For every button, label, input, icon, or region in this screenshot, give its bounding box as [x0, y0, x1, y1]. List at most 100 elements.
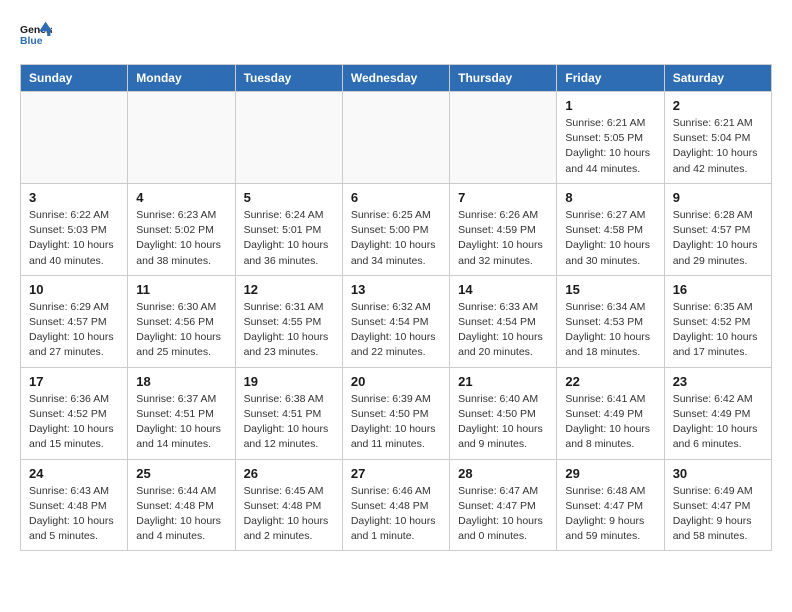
- day-info: Sunrise: 6:25 AM Sunset: 5:00 PM Dayligh…: [351, 208, 441, 269]
- day-info: Sunrise: 6:28 AM Sunset: 4:57 PM Dayligh…: [673, 208, 763, 269]
- day-info: Sunrise: 6:29 AM Sunset: 4:57 PM Dayligh…: [29, 300, 119, 361]
- day-cell: 7 Sunrise: 6:26 AM Sunset: 4:59 PM Daylig…: [450, 183, 557, 275]
- day-cell: [450, 92, 557, 184]
- weekday-header-monday: Monday: [128, 65, 235, 92]
- day-cell: 26 Sunrise: 6:45 AM Sunset: 4:48 PM Dayli…: [235, 459, 342, 551]
- day-number: 14: [458, 282, 548, 297]
- day-number: 15: [565, 282, 655, 297]
- weekday-header-tuesday: Tuesday: [235, 65, 342, 92]
- day-info: Sunrise: 6:40 AM Sunset: 4:50 PM Dayligh…: [458, 392, 548, 453]
- day-cell: 30 Sunrise: 6:49 AM Sunset: 4:47 PM Dayli…: [664, 459, 771, 551]
- day-cell: 3 Sunrise: 6:22 AM Sunset: 5:03 PM Daylig…: [21, 183, 128, 275]
- day-cell: 11 Sunrise: 6:30 AM Sunset: 4:56 PM Dayli…: [128, 275, 235, 367]
- day-info: Sunrise: 6:30 AM Sunset: 4:56 PM Dayligh…: [136, 300, 226, 361]
- logo-icon: General Blue: [20, 20, 52, 48]
- day-cell: 29 Sunrise: 6:48 AM Sunset: 4:47 PM Dayli…: [557, 459, 664, 551]
- day-info: Sunrise: 6:41 AM Sunset: 4:49 PM Dayligh…: [565, 392, 655, 453]
- day-info: Sunrise: 6:42 AM Sunset: 4:49 PM Dayligh…: [673, 392, 763, 453]
- day-number: 10: [29, 282, 119, 297]
- day-number: 1: [565, 98, 655, 113]
- weekday-header-thursday: Thursday: [450, 65, 557, 92]
- day-info: Sunrise: 6:44 AM Sunset: 4:48 PM Dayligh…: [136, 484, 226, 545]
- day-info: Sunrise: 6:48 AM Sunset: 4:47 PM Dayligh…: [565, 484, 655, 545]
- day-number: 8: [565, 190, 655, 205]
- day-number: 22: [565, 374, 655, 389]
- day-info: Sunrise: 6:38 AM Sunset: 4:51 PM Dayligh…: [244, 392, 334, 453]
- day-cell: 13Sunrise: 6:32 AM Sunset: 4:54 PM Dayli…: [342, 275, 449, 367]
- day-cell: 14 Sunrise: 6:33 AM Sunset: 4:54 PM Dayli…: [450, 275, 557, 367]
- day-info: Sunrise: 6:49 AM Sunset: 4:47 PM Dayligh…: [673, 484, 763, 545]
- day-info: Sunrise: 6:21 AM Sunset: 5:04 PM Dayligh…: [673, 116, 763, 177]
- day-number: 18: [136, 374, 226, 389]
- day-cell: [235, 92, 342, 184]
- day-number: 26: [244, 466, 334, 481]
- day-cell: 4 Sunrise: 6:23 AM Sunset: 5:02 PM Daylig…: [128, 183, 235, 275]
- day-number: 4: [136, 190, 226, 205]
- day-cell: 27Sunrise: 6:46 AM Sunset: 4:48 PM Dayli…: [342, 459, 449, 551]
- day-number: 27: [351, 466, 441, 481]
- header: General Blue: [20, 20, 772, 48]
- day-cell: 19Sunrise: 6:38 AM Sunset: 4:51 PM Dayli…: [235, 367, 342, 459]
- day-number: 6: [351, 190, 441, 205]
- day-number: 13: [351, 282, 441, 297]
- weekday-header-friday: Friday: [557, 65, 664, 92]
- day-info: Sunrise: 6:47 AM Sunset: 4:47 PM Dayligh…: [458, 484, 548, 545]
- day-info: Sunrise: 6:39 AM Sunset: 4:50 PM Dayligh…: [351, 392, 441, 453]
- day-number: 12: [244, 282, 334, 297]
- day-cell: [128, 92, 235, 184]
- weekday-header-sunday: Sunday: [21, 65, 128, 92]
- day-cell: 23Sunrise: 6:42 AM Sunset: 4:49 PM Dayli…: [664, 367, 771, 459]
- day-cell: [21, 92, 128, 184]
- day-number: 7: [458, 190, 548, 205]
- day-number: 9: [673, 190, 763, 205]
- day-cell: 5 Sunrise: 6:24 AM Sunset: 5:01 PM Daylig…: [235, 183, 342, 275]
- day-number: 29: [565, 466, 655, 481]
- day-number: 5: [244, 190, 334, 205]
- day-info: Sunrise: 6:37 AM Sunset: 4:51 PM Dayligh…: [136, 392, 226, 453]
- day-cell: 16Sunrise: 6:35 AM Sunset: 4:52 PM Dayli…: [664, 275, 771, 367]
- day-info: Sunrise: 6:43 AM Sunset: 4:48 PM Dayligh…: [29, 484, 119, 545]
- weekday-header-wednesday: Wednesday: [342, 65, 449, 92]
- day-number: 24: [29, 466, 119, 481]
- day-cell: [342, 92, 449, 184]
- day-number: 17: [29, 374, 119, 389]
- day-cell: 6 Sunrise: 6:25 AM Sunset: 5:00 PM Daylig…: [342, 183, 449, 275]
- day-number: 16: [673, 282, 763, 297]
- day-cell: 8 Sunrise: 6:27 AM Sunset: 4:58 PM Daylig…: [557, 183, 664, 275]
- day-cell: 22 Sunrise: 6:41 AM Sunset: 4:49 PM Dayli…: [557, 367, 664, 459]
- day-info: Sunrise: 6:24 AM Sunset: 5:01 PM Dayligh…: [244, 208, 334, 269]
- week-row-3: 10 Sunrise: 6:29 AM Sunset: 4:57 PM Dayli…: [21, 275, 772, 367]
- day-info: Sunrise: 6:23 AM Sunset: 5:02 PM Dayligh…: [136, 208, 226, 269]
- day-cell: 17Sunrise: 6:36 AM Sunset: 4:52 PM Dayli…: [21, 367, 128, 459]
- day-info: Sunrise: 6:34 AM Sunset: 4:53 PM Dayligh…: [565, 300, 655, 361]
- day-cell: 10 Sunrise: 6:29 AM Sunset: 4:57 PM Dayli…: [21, 275, 128, 367]
- day-number: 25: [136, 466, 226, 481]
- day-cell: 12 Sunrise: 6:31 AM Sunset: 4:55 PM Dayli…: [235, 275, 342, 367]
- week-row-4: 17Sunrise: 6:36 AM Sunset: 4:52 PM Dayli…: [21, 367, 772, 459]
- day-info: Sunrise: 6:26 AM Sunset: 4:59 PM Dayligh…: [458, 208, 548, 269]
- day-number: 2: [673, 98, 763, 113]
- day-cell: 24 Sunrise: 6:43 AM Sunset: 4:48 PM Dayli…: [21, 459, 128, 551]
- weekday-header-saturday: Saturday: [664, 65, 771, 92]
- day-info: Sunrise: 6:31 AM Sunset: 4:55 PM Dayligh…: [244, 300, 334, 361]
- week-row-5: 24 Sunrise: 6:43 AM Sunset: 4:48 PM Dayli…: [21, 459, 772, 551]
- day-number: 3: [29, 190, 119, 205]
- day-number: 20: [351, 374, 441, 389]
- logo: General Blue: [20, 20, 52, 48]
- day-number: 11: [136, 282, 226, 297]
- day-cell: 20 Sunrise: 6:39 AM Sunset: 4:50 PM Dayli…: [342, 367, 449, 459]
- day-number: 21: [458, 374, 548, 389]
- day-number: 30: [673, 466, 763, 481]
- day-info: Sunrise: 6:22 AM Sunset: 5:03 PM Dayligh…: [29, 208, 119, 269]
- day-info: Sunrise: 6:33 AM Sunset: 4:54 PM Dayligh…: [458, 300, 548, 361]
- day-cell: 2 Sunrise: 6:21 AM Sunset: 5:04 PM Daylig…: [664, 92, 771, 184]
- day-info: Sunrise: 6:21 AM Sunset: 5:05 PM Dayligh…: [565, 116, 655, 177]
- day-cell: 28Sunrise: 6:47 AM Sunset: 4:47 PM Dayli…: [450, 459, 557, 551]
- day-cell: 15 Sunrise: 6:34 AM Sunset: 4:53 PM Dayli…: [557, 275, 664, 367]
- day-info: Sunrise: 6:45 AM Sunset: 4:48 PM Dayligh…: [244, 484, 334, 545]
- day-cell: 25 Sunrise: 6:44 AM Sunset: 4:48 PM Dayli…: [128, 459, 235, 551]
- calendar: SundayMondayTuesdayWednesdayThursdayFrid…: [20, 64, 772, 551]
- weekday-header-row: SundayMondayTuesdayWednesdayThursdayFrid…: [21, 65, 772, 92]
- svg-text:Blue: Blue: [20, 36, 43, 47]
- day-info: Sunrise: 6:27 AM Sunset: 4:58 PM Dayligh…: [565, 208, 655, 269]
